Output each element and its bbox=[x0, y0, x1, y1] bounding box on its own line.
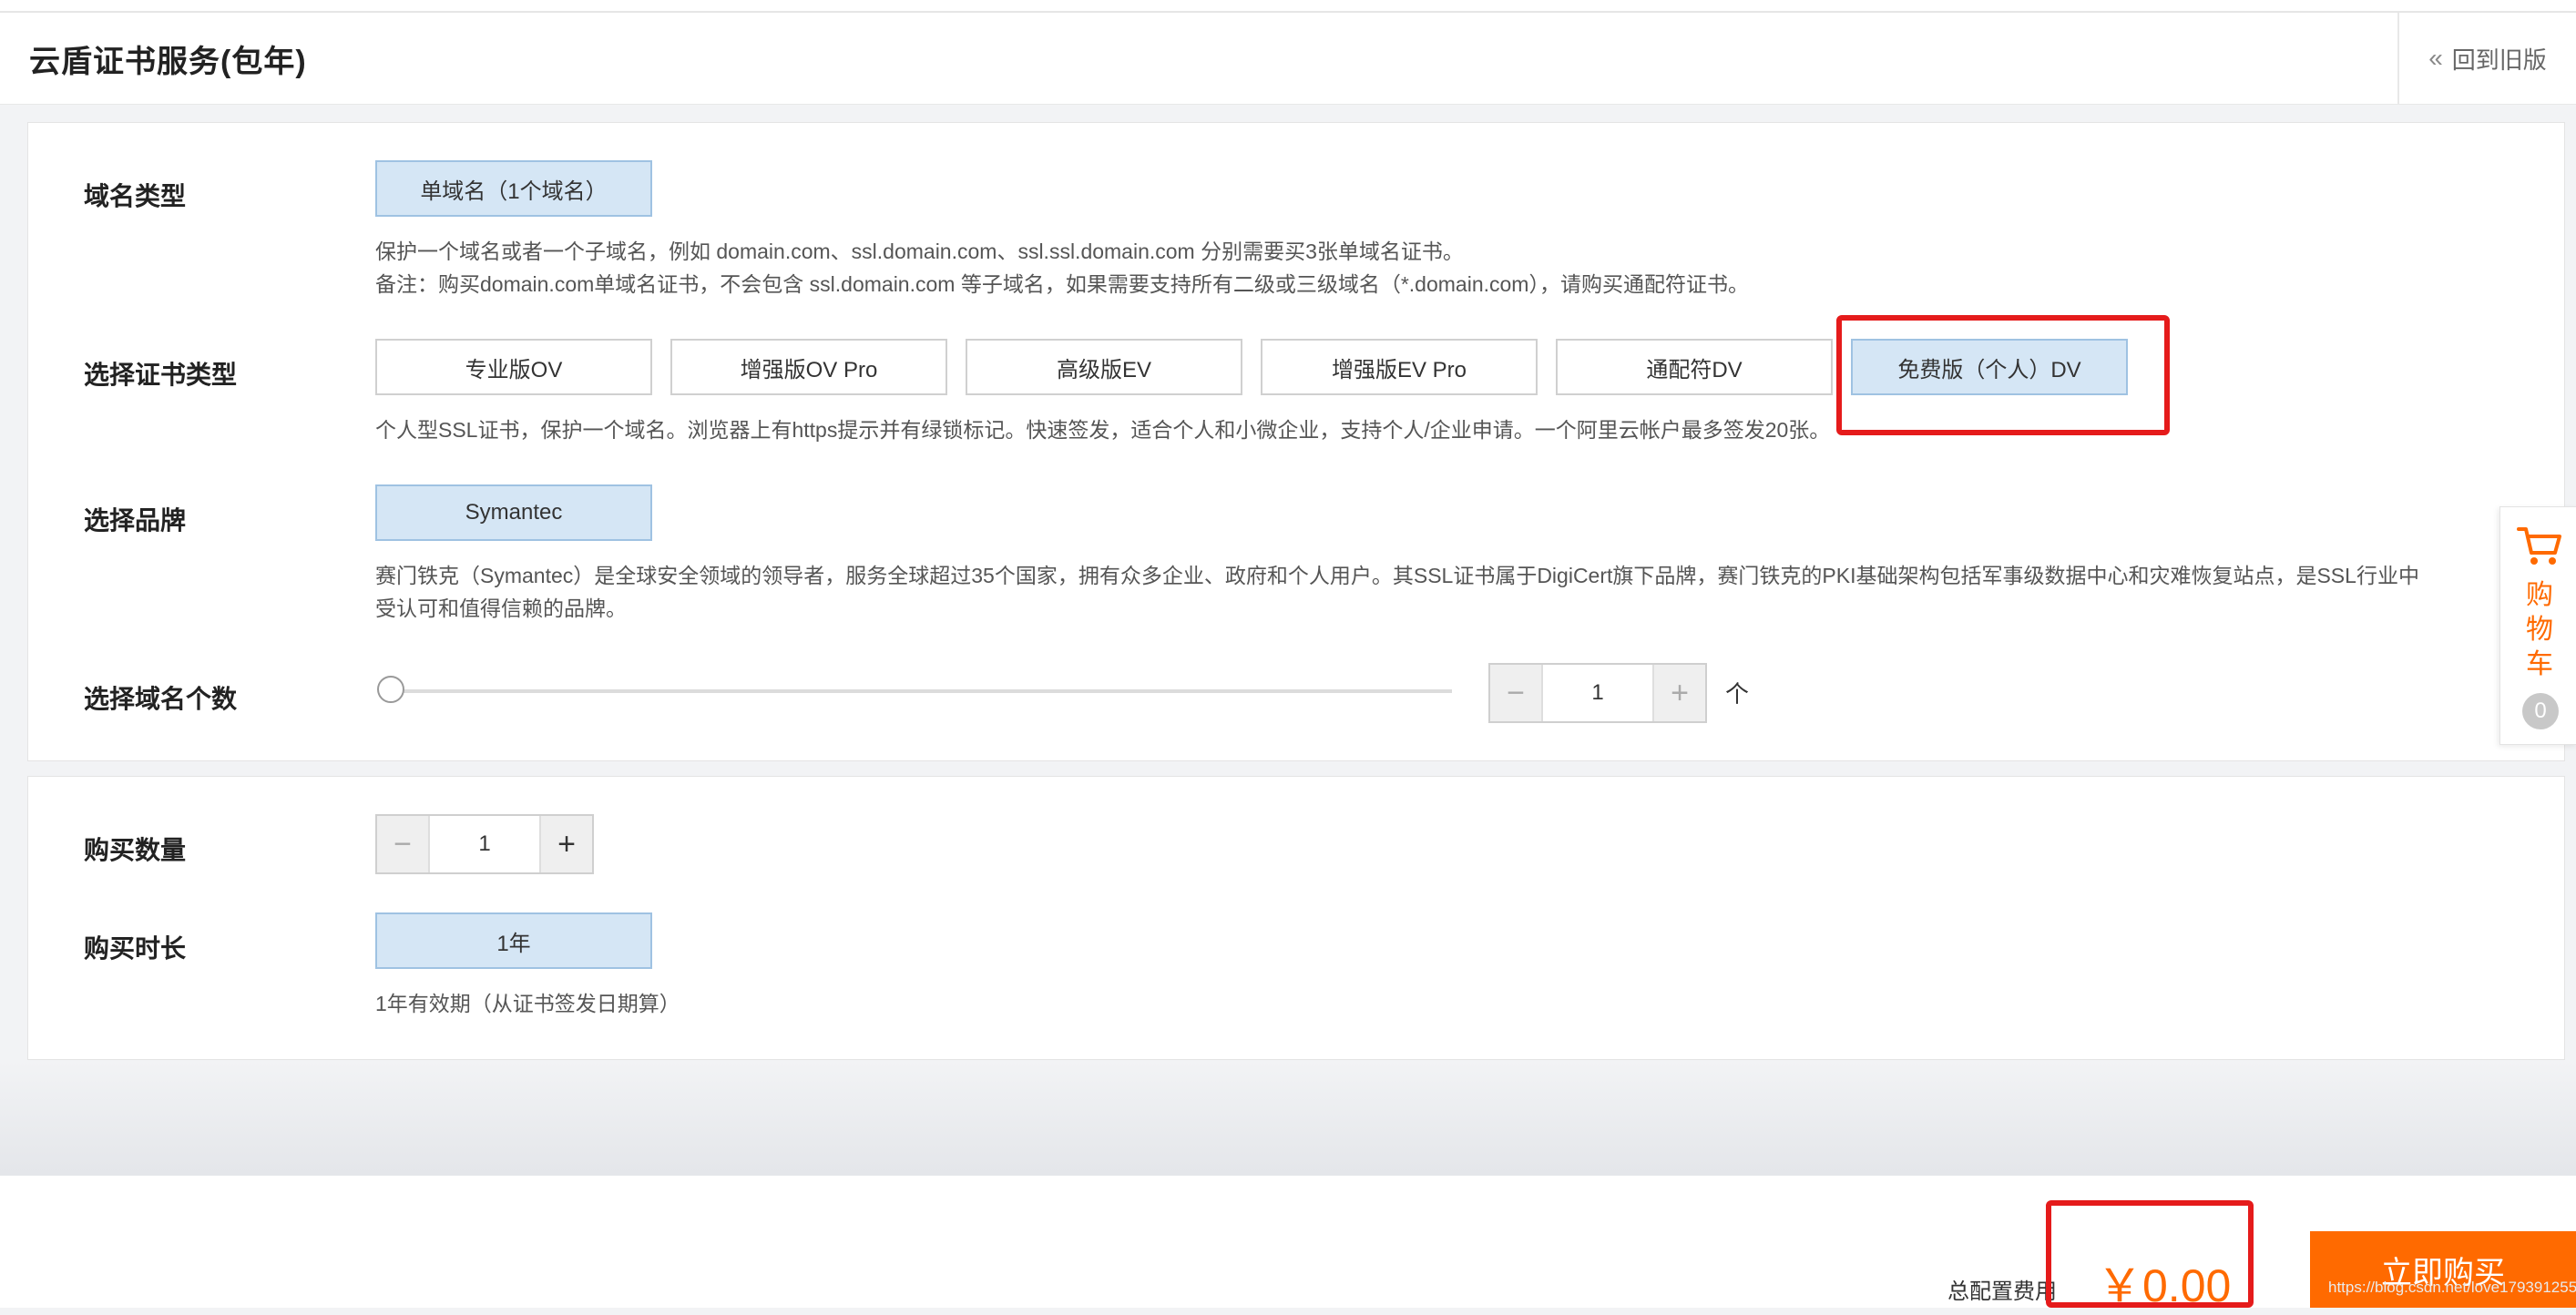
cert-type-option-ev[interactable]: 高级版EV bbox=[966, 339, 1242, 395]
back-to-old-version-button[interactable]: « 回到旧版 bbox=[2397, 13, 2576, 104]
cert-type-option-ev-pro[interactable]: 增强版EV Pro bbox=[1261, 339, 1538, 395]
brand-option-symantec[interactable]: Symantec bbox=[375, 484, 652, 541]
duration-label: 购买时长 bbox=[84, 934, 187, 963]
cart-widget[interactable]: 购物车 0 bbox=[2499, 506, 2576, 745]
domain-type-single-option[interactable]: 单域名（1个域名） bbox=[375, 160, 652, 217]
quantity-minus-button[interactable]: − bbox=[377, 816, 428, 872]
brand-desc-2: 受认可和值得信赖的品牌。 bbox=[375, 596, 627, 620]
cart-icon bbox=[2517, 525, 2562, 572]
quantity-input[interactable]: 1 bbox=[428, 816, 541, 872]
back-label: 回到旧版 bbox=[2451, 46, 2547, 74]
domain-count-slider-handle[interactable] bbox=[377, 676, 404, 703]
domain-count-label: 选择域名个数 bbox=[84, 685, 238, 713]
cert-type-desc: 个人型SSL证书，保护一个域名。浏览器上有https提示并有绿锁标记。快速签发，… bbox=[375, 418, 1831, 442]
quantity-plus-button[interactable]: + bbox=[541, 816, 592, 872]
domain-count-input[interactable]: 1 bbox=[1541, 665, 1654, 721]
highlight-box-price bbox=[2046, 1200, 2254, 1308]
page-title: 云盾证书服务(包年) bbox=[29, 45, 307, 79]
top-border bbox=[0, 0, 2576, 13]
double-chevron-left-icon: « bbox=[2428, 44, 2443, 72]
duration-desc: 1年有效期（从证书签发日期算） bbox=[375, 992, 680, 1015]
domain-type-label: 域名类型 bbox=[84, 182, 187, 210]
domain-count-stepper: − 1 + bbox=[1488, 663, 1707, 723]
domain-count-unit: 个 bbox=[1725, 680, 1750, 708]
bottom-shade bbox=[0, 1061, 2576, 1176]
cert-type-option-ov-pro[interactable]: 增强版OV Pro bbox=[670, 339, 947, 395]
quantity-label: 购买数量 bbox=[84, 836, 187, 864]
brand-label: 选择品牌 bbox=[84, 506, 187, 535]
cart-label: 购物车 bbox=[2526, 580, 2553, 679]
domain-type-desc-1: 保护一个域名或者一个子域名，例如 domain.com、ssl.domain.c… bbox=[375, 240, 1464, 263]
cert-type-label: 选择证书类型 bbox=[84, 361, 238, 389]
total-cost-label: 总配置费用 bbox=[1947, 1279, 2057, 1304]
page-header: 云盾证书服务(包年) « 回到旧版 bbox=[0, 13, 2576, 105]
cert-type-option-wildcard-dv[interactable]: 通配符DV bbox=[1556, 339, 1833, 395]
quantity-stepper: − 1 + bbox=[375, 814, 594, 874]
cert-type-option-ov[interactable]: 专业版OV bbox=[375, 339, 652, 395]
watermark: https://blog.csdn.net/love179391255 bbox=[2328, 1279, 2576, 1296]
duration-option-1year[interactable]: 1年 bbox=[375, 912, 652, 969]
domain-type-desc-2: 备注：购买domain.com单域名证书，不会包含 ssl.domain.com… bbox=[375, 272, 1749, 296]
brand-desc-1: 赛门铁克（Symantec）是全球安全领域的领导者，服务全球超过35个国家，拥有… bbox=[375, 564, 2419, 587]
cart-count-badge: 0 bbox=[2522, 693, 2559, 729]
domain-count-plus-button[interactable]: + bbox=[1654, 665, 1705, 721]
highlight-box-free-dv bbox=[1836, 315, 2170, 435]
domain-count-slider-track[interactable] bbox=[392, 689, 1452, 693]
domain-count-minus-button[interactable]: − bbox=[1490, 665, 1541, 721]
